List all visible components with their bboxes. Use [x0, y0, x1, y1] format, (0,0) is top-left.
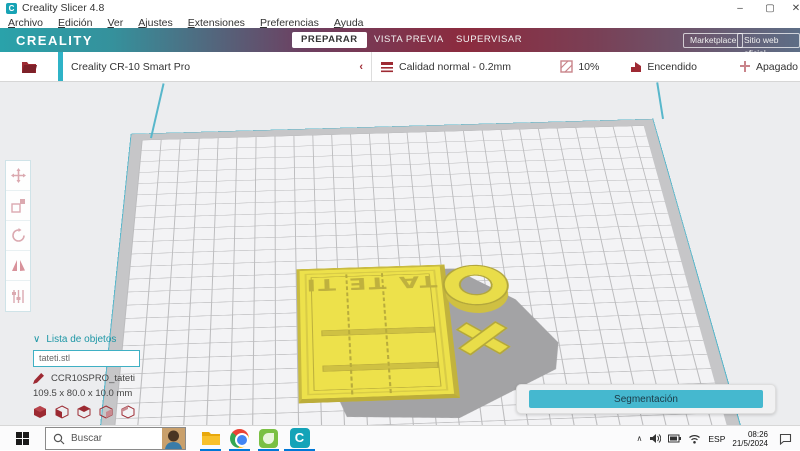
maximize-button[interactable]: ▢	[756, 0, 784, 17]
scale-icon	[10, 199, 25, 213]
segmentation-button[interactable]: Segmentación	[529, 390, 763, 408]
official-site-button[interactable]: Sitio web oficial	[737, 33, 800, 58]
per-model-settings-button[interactable]	[6, 281, 30, 311]
search-box[interactable]: Buscar	[45, 427, 186, 450]
app-icon: C	[6, 3, 17, 14]
green-app-icon	[259, 428, 278, 448]
infill-setting[interactable]: 10%	[560, 60, 599, 73]
chevron-down-icon: ∨	[33, 333, 41, 345]
taskbar-creality-icon[interactable]: C	[285, 427, 314, 449]
menu-item-ayuda[interactable]: Ayuda	[334, 17, 364, 29]
tool-sidebar	[5, 160, 31, 312]
menu-item-preferencias[interactable]: Preferencias	[260, 17, 319, 29]
taskbar-chrome-icon[interactable]	[225, 427, 254, 449]
network-wifi-icon[interactable]	[688, 434, 701, 444]
quality-label: Calidad normal - 0.2mm	[399, 60, 512, 73]
object-name-input[interactable]: tateti.stl	[33, 350, 140, 367]
open-file-button[interactable]	[0, 52, 58, 81]
menu-item-ver[interactable]: Ver	[107, 17, 123, 29]
marketplace-button[interactable]: Marketplace	[683, 33, 744, 48]
mirror-icon	[11, 260, 25, 271]
scale-tool-button[interactable]	[6, 191, 30, 221]
collapse-chevron-icon[interactable]: ‹	[359, 61, 363, 73]
minimize-button[interactable]: –	[726, 0, 754, 17]
move-icon	[10, 168, 26, 183]
creality-logo: CREALITY	[16, 33, 93, 48]
move-tool-button[interactable]	[6, 161, 30, 191]
adhesion-icon	[739, 61, 750, 72]
profile-name: CCR10SPRO_tateti	[51, 373, 135, 384]
taskbar: Buscar C ∧ ESP 08:26 21/5/2024	[0, 425, 800, 451]
language-indicator[interactable]: ESP	[708, 434, 725, 444]
quality-setting[interactable]: Calidad normal - 0.2mm	[380, 61, 511, 73]
printer-name: Creality CR-10 Smart Pro	[71, 60, 191, 73]
rotate-tool-button[interactable]	[6, 221, 30, 251]
app-title: Creality Slicer 4.8	[22, 2, 105, 14]
mirror-tool-button[interactable]	[6, 251, 30, 281]
view-top-cube-icon[interactable]	[77, 405, 91, 419]
toolbar: Creality CR-10 Smart Pro ‹ Calidad norma…	[0, 52, 800, 82]
object-list-panel: ∨ Lista de objetos tateti.stl CCR10SPRO_…	[33, 332, 183, 419]
layers-icon	[381, 61, 393, 72]
segmentation-panel: Segmentación	[516, 384, 776, 414]
support-value: Encendido	[647, 60, 697, 73]
print-settings-bar[interactable]: Calidad normal - 0.2mm 10% Encendido Apa…	[372, 52, 800, 81]
support-icon	[631, 62, 642, 72]
model-x-piece[interactable]	[452, 319, 515, 358]
object-list-toggle[interactable]: ∨ Lista de objetos	[33, 332, 183, 346]
chrome-icon	[230, 428, 249, 448]
infill-value: 10%	[578, 60, 600, 73]
header-bar: CREALITY PREPARAR VISTA PREVIA SUPERVISA…	[0, 28, 800, 58]
explorer-folder-icon	[201, 432, 220, 445]
search-avatar[interactable]	[162, 428, 185, 449]
volume-icon[interactable]	[649, 433, 662, 444]
folder-icon	[21, 61, 37, 73]
tray-chevron-icon[interactable]: ∧	[637, 434, 643, 443]
object-list-title: Lista de objetos	[46, 333, 117, 345]
taskbar-green-app-icon[interactable]	[254, 427, 283, 449]
creality-app-icon: C	[289, 428, 310, 448]
taskbar-explorer-icon[interactable]	[196, 427, 225, 449]
pencil-icon	[33, 373, 44, 384]
build-plate[interactable]: TA TE TI	[91, 118, 757, 425]
adhesion-setting[interactable]: Apagado	[739, 60, 798, 73]
close-button[interactable]: ✕	[782, 0, 800, 17]
clock-time: 08:26	[747, 429, 768, 439]
tab-preparar[interactable]: PREPARAR	[292, 32, 367, 48]
model-board[interactable]: TA TE TI	[296, 264, 460, 404]
menu-item-edicion[interactable]: Edición	[58, 17, 92, 29]
profile-row[interactable]: CCR10SPRO_tateti	[33, 373, 183, 384]
support-setting[interactable]: Encendido	[629, 60, 697, 73]
model-dimensions: 109.5 x 80.0 x 10.0 mm	[33, 388, 133, 399]
view-front-cube-icon[interactable]	[55, 405, 69, 419]
clock[interactable]: 08:26 21/5/2024	[732, 430, 768, 448]
menu-item-ajustes[interactable]: Ajustes	[138, 17, 172, 29]
adhesion-value: Apagado	[755, 60, 798, 73]
view-3d-cube-icon[interactable]	[33, 405, 47, 419]
battery-icon[interactable]	[668, 434, 682, 443]
settings-sliders-icon	[11, 289, 24, 303]
view-left-cube-icon[interactable]	[99, 405, 113, 419]
view-right-cube-icon[interactable]	[121, 405, 135, 419]
start-button[interactable]	[0, 426, 44, 451]
system-tray: ∧ ESP 08:26 21/5/2024	[637, 426, 798, 451]
window-titlebar: C Creality Slicer 4.8 – ▢ ✕	[0, 0, 800, 17]
notification-icon[interactable]	[779, 433, 792, 445]
menu-item-extensiones[interactable]: Extensiones	[188, 17, 245, 29]
rotate-icon	[11, 228, 25, 242]
menu-item-archivo[interactable]: Archivo	[8, 17, 43, 29]
viewport[interactable]: TA TE TI ∨ Lista de objetos tateti.stl C…	[0, 82, 800, 425]
infill-icon	[560, 60, 574, 73]
search-icon	[53, 433, 65, 444]
search-placeholder: Buscar	[71, 433, 103, 444]
camera-view-buttons	[33, 405, 183, 419]
tab-supervisar[interactable]: SUPERVISAR	[447, 32, 531, 48]
windows-logo-icon	[15, 432, 29, 445]
tab-vista-previa[interactable]: VISTA PREVIA	[365, 32, 453, 48]
menubar: Archivo Edición Ver Ajustes Extensiones …	[0, 17, 800, 29]
printer-selector[interactable]: Creality CR-10 Smart Pro ‹	[63, 52, 372, 81]
clock-date: 21/5/2024	[732, 438, 768, 448]
